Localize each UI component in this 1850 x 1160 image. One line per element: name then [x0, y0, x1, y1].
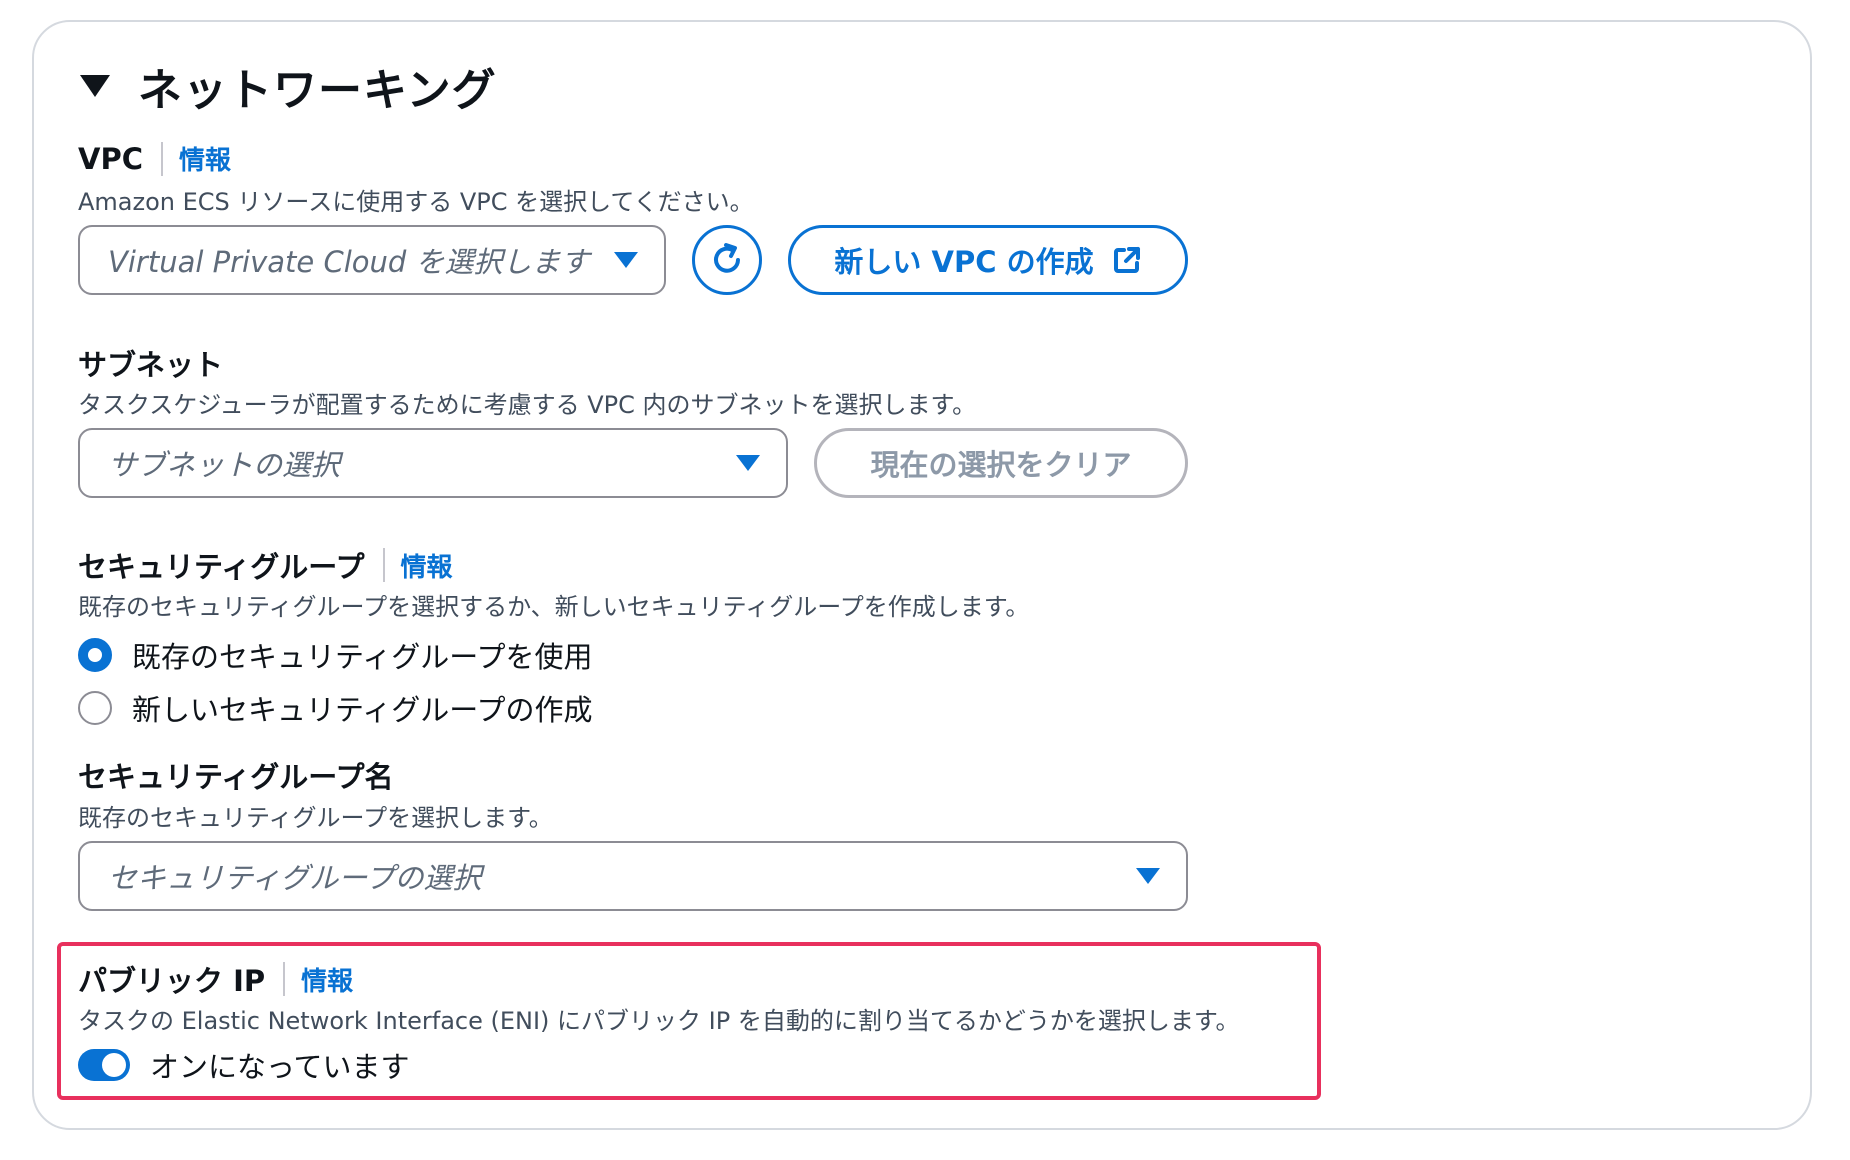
security-group-label: セキュリティグループ	[78, 550, 365, 584]
vpc-select[interactable]: Virtual Private Cloud を選択します	[78, 225, 666, 295]
public-ip-description: タスクの Elastic Network Interface (ENI) にパブ…	[78, 1007, 1240, 1035]
radio-button-checked[interactable]	[78, 638, 112, 672]
create-vpc-label: 新しい VPC の作成	[834, 245, 1094, 279]
section-title: ネットワーキング	[138, 65, 497, 116]
radio-create-new[interactable]: 新しいセキュリティグループの作成	[78, 687, 593, 729]
security-group-name-field-label: セキュリティグループ名	[78, 754, 394, 796]
vpc-select-placeholder: Virtual Private Cloud を選択します	[108, 245, 590, 279]
subnet-label: サブネット	[78, 348, 224, 382]
subnet-field-label: サブネット	[78, 342, 223, 384]
security-group-description: 既存のセキュリティグループを選択するか、新しいセキュリティグループを作成します。	[78, 593, 1030, 621]
caret-down-icon[interactable]	[80, 75, 110, 97]
clear-selection-label: 現在の選択をクリア	[870, 448, 1132, 482]
radio-label: 新しいセキュリティグループの作成	[132, 693, 593, 727]
radio-label: 既存のセキュリティグループを使用	[132, 640, 593, 674]
subnet-description: タスクスケジューラが配置するために考慮する VPC 内のサブネットを選択します。	[78, 391, 977, 419]
dropdown-triangle-icon	[736, 455, 760, 471]
security-group-select[interactable]: セキュリティグループの選択	[78, 841, 1188, 911]
subnet-select-placeholder: サブネットの選択	[108, 448, 341, 482]
vpc-description: Amazon ECS リソースに使用する VPC を選択してください。	[78, 188, 754, 216]
external-link-icon	[1113, 247, 1140, 273]
radio-use-existing[interactable]: 既存のセキュリティグループを使用	[78, 634, 593, 676]
security-group-name-label: セキュリティグループ名	[78, 760, 394, 794]
public-ip-info-link[interactable]: 情報	[301, 961, 353, 998]
toggle-knob	[102, 1053, 126, 1077]
refresh-icon	[714, 243, 740, 273]
dropdown-triangle-icon	[1136, 868, 1160, 884]
public-ip-label: パブリック IP	[78, 964, 266, 998]
dropdown-triangle-icon	[614, 252, 638, 268]
create-vpc-button[interactable]: 新しい VPC の作成	[788, 225, 1188, 295]
clear-selection-button[interactable]: 現在の選択をクリア	[814, 428, 1188, 498]
info-divider	[382, 548, 385, 582]
security-group-info-link[interactable]: 情報	[401, 547, 453, 584]
public-ip-toggle-row[interactable]: オンになっています	[78, 1044, 410, 1086]
public-ip-toggle[interactable]	[78, 1049, 130, 1081]
radio-button[interactable]	[78, 691, 112, 725]
vpc-info-link[interactable]: 情報	[179, 140, 231, 177]
public-ip-field-label: パブリック IP 情報	[78, 958, 353, 1000]
security-group-select-placeholder: セキュリティグループの選択	[108, 861, 482, 895]
vpc-field-label: VPC 情報	[78, 140, 231, 177]
info-divider	[160, 141, 163, 176]
vpc-label: VPC	[78, 141, 143, 176]
refresh-button[interactable]	[692, 225, 762, 295]
security-group-name-description: 既存のセキュリティグループを選択します。	[78, 804, 553, 832]
security-group-field-label: セキュリティグループ 情報	[78, 544, 453, 586]
subnet-select[interactable]: サブネットの選択	[78, 428, 788, 498]
public-ip-toggle-label: オンになっています	[150, 1050, 410, 1084]
info-divider	[283, 962, 286, 996]
section-header[interactable]: ネットワーキング	[80, 54, 497, 118]
